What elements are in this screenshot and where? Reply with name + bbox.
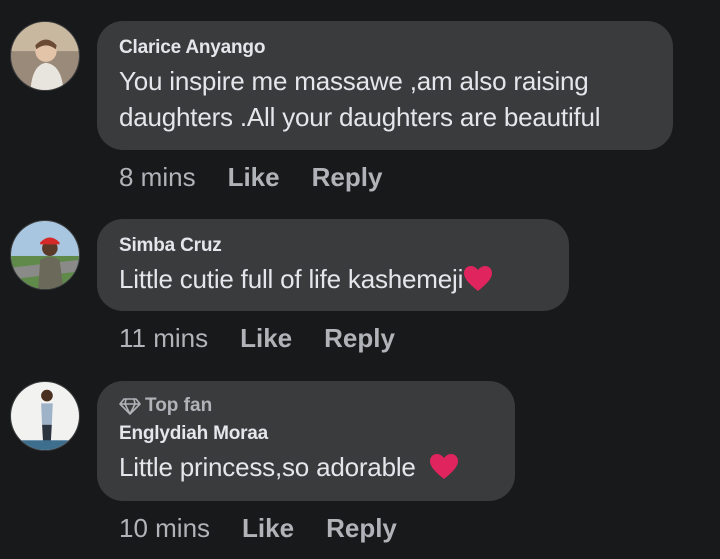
comment-actions: 11 mins Like Reply [119, 323, 395, 354]
diamond-icon [119, 398, 141, 415]
comment-text-line: Little princess,so adorable [119, 449, 493, 485]
comment-timestamp[interactable]: 8 mins [119, 162, 196, 193]
comment-author[interactable]: Clarice Anyango [119, 37, 651, 59]
comment-text: You inspire me massawe ,am also raising … [119, 66, 601, 132]
comments-thread: Clarice Anyango You inspire me massawe ,… [0, 0, 720, 559]
avatar[interactable] [10, 381, 80, 451]
reply-button[interactable]: Reply [326, 513, 397, 544]
like-button[interactable]: Like [242, 513, 294, 544]
like-button[interactable]: Like [228, 162, 280, 193]
avatar[interactable] [10, 220, 80, 290]
comment-text: Little cutie full of life kashemeji [119, 264, 464, 294]
comment-actions: 8 mins Like Reply [119, 162, 382, 193]
reply-button[interactable]: Reply [324, 323, 395, 354]
comment-author[interactable]: Simba Cruz [119, 235, 547, 257]
comment-text-line: Little cutie full of life kashemeji [119, 261, 547, 297]
comment-bubble[interactable]: Simba Cruz Little cutie full of life kas… [97, 219, 569, 311]
comment-bubble[interactable]: Clarice Anyango You inspire me massawe ,… [97, 21, 673, 150]
profile-photo-icon [11, 22, 79, 90]
reply-button[interactable]: Reply [312, 162, 383, 193]
comment-bubble[interactable]: Top fan Englydiah Moraa Little princess,… [97, 381, 515, 501]
profile-photo-icon [11, 221, 79, 289]
red-heart-icon [429, 454, 458, 479]
comment-text: Little princess,so adorable [119, 452, 423, 482]
badge-label: Top fan [145, 395, 213, 416]
profile-photo-icon [11, 382, 79, 450]
comment-timestamp[interactable]: 10 mins [119, 513, 210, 544]
avatar[interactable] [10, 21, 80, 91]
red-heart-icon [464, 266, 493, 291]
like-button[interactable]: Like [240, 323, 292, 354]
comment-author[interactable]: Englydiah Moraa [119, 423, 493, 445]
comment-timestamp[interactable]: 11 mins [119, 323, 208, 354]
top-fan-badge: Top fan [119, 395, 493, 417]
comment-actions: 10 mins Like Reply [119, 513, 397, 544]
